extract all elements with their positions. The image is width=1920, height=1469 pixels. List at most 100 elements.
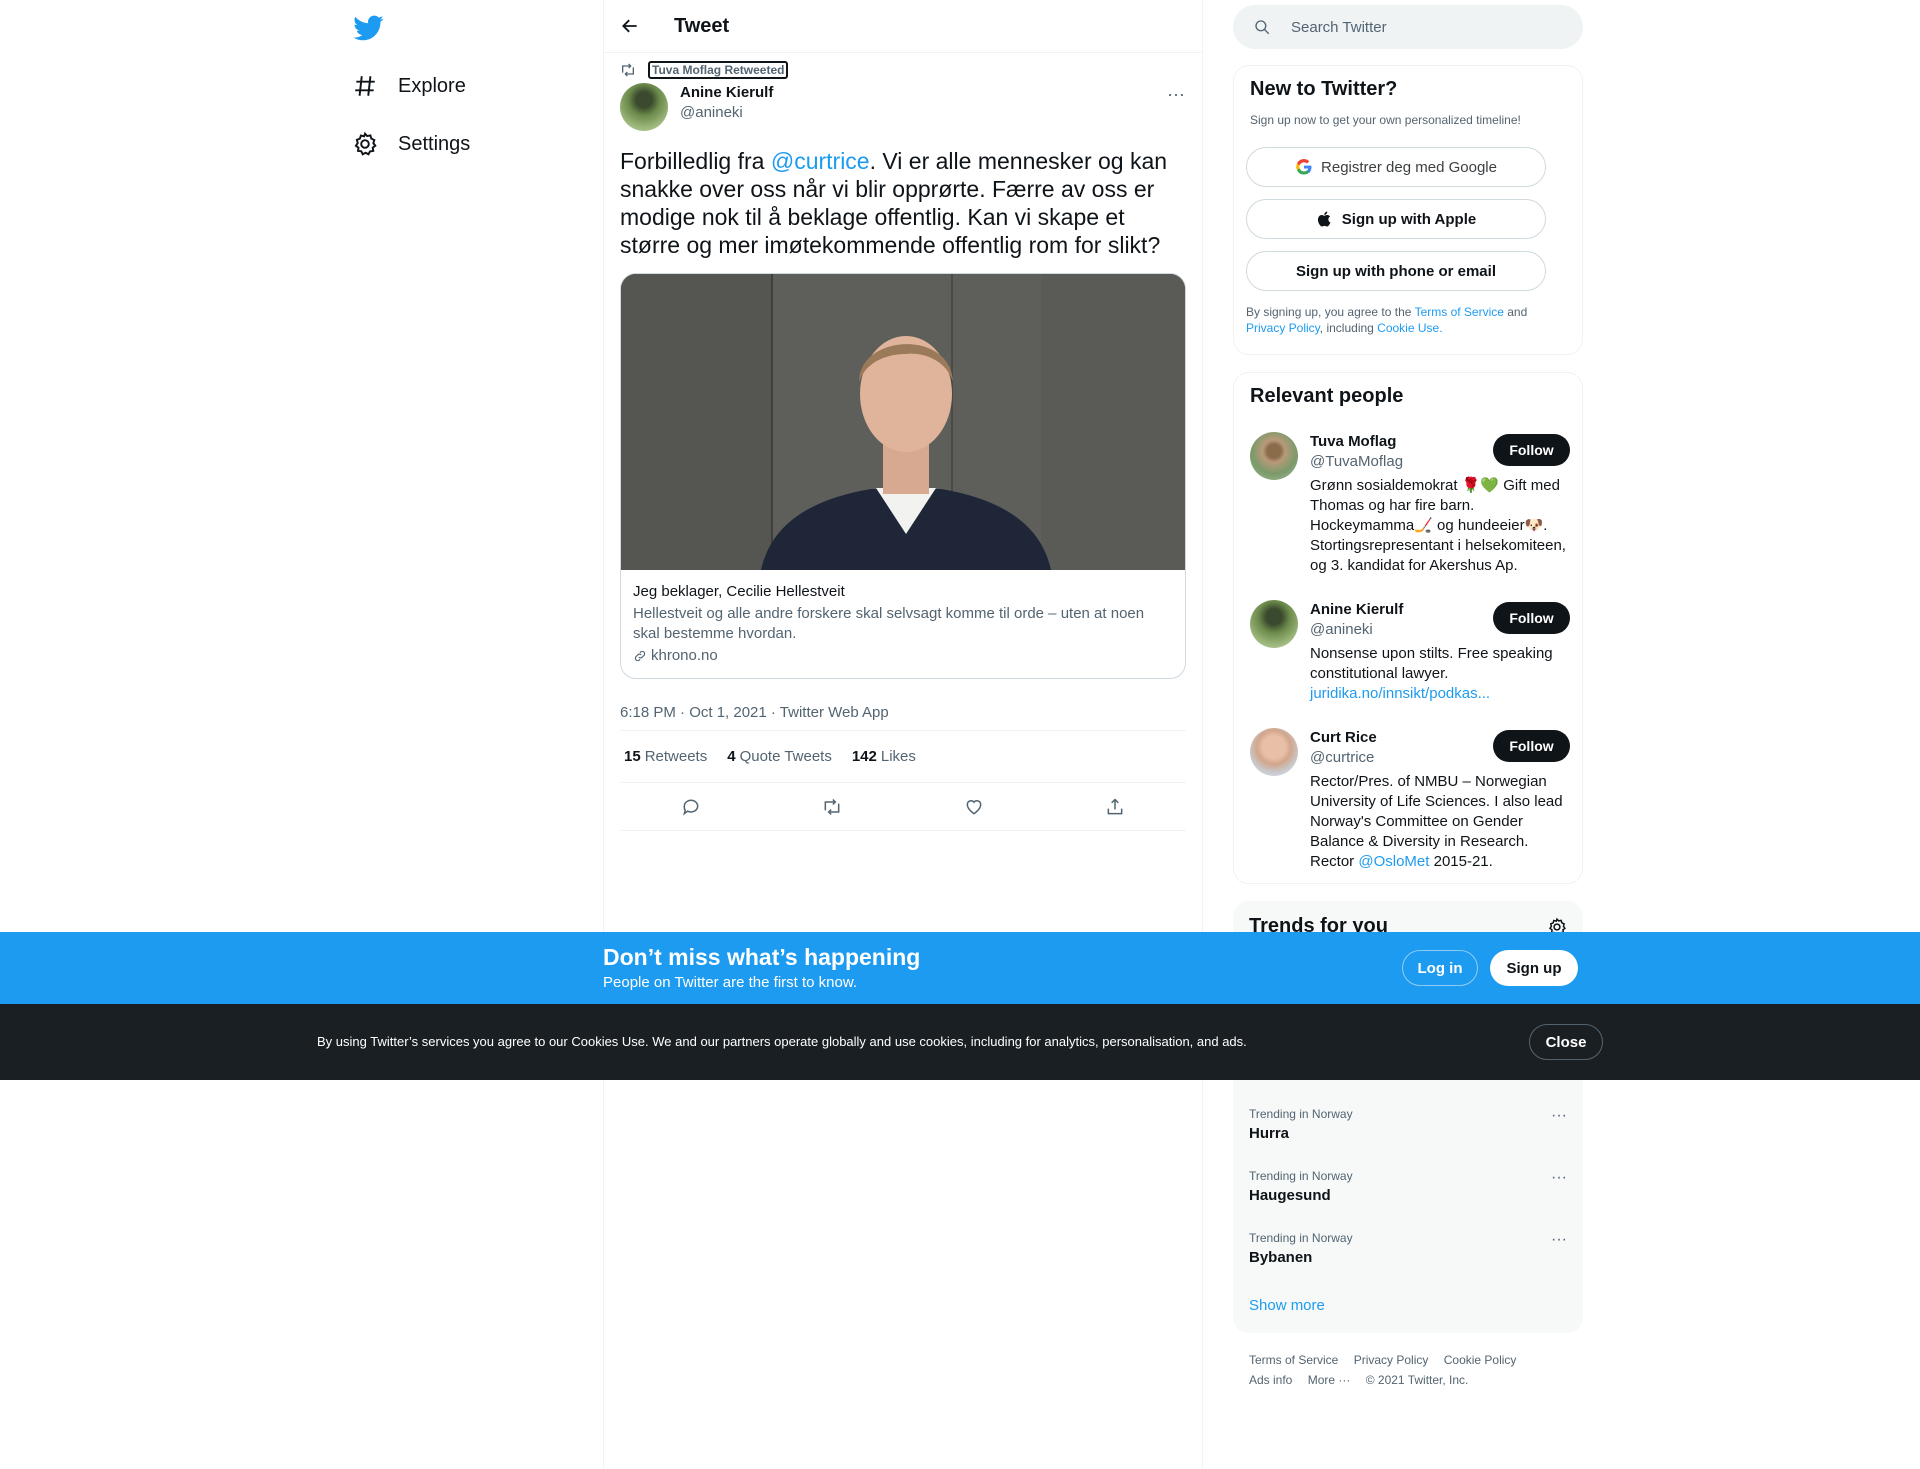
avatar[interactable] — [1250, 600, 1298, 648]
trend-item[interactable]: Trending in Norway Haugesund ··· — [1249, 1169, 1567, 1204]
nav-explore-label: Explore — [398, 74, 466, 97]
page-title: Tweet — [674, 14, 730, 37]
panel-subtitle: Sign up now to get your own personalized… — [1250, 113, 1521, 127]
person-bio: Nonsense upon stilts. Free speaking cons… — [1310, 644, 1566, 704]
more-options-icon[interactable]: ··· — [1551, 1231, 1567, 1249]
likes-label: Likes — [880, 748, 916, 765]
gear-icon — [354, 131, 377, 156]
footer-more-link[interactable]: More ··· — [1308, 1373, 1351, 1387]
tweet-timestamp[interactable]: 6:18 PM · Oct 1, 2021 · Twitter Web App — [620, 695, 1186, 731]
more-options-icon[interactable]: ··· — [1551, 1169, 1567, 1187]
avatar[interactable] — [620, 83, 668, 131]
person-bio: Rector/Pres. of NMBU – Norwegian Univers… — [1310, 772, 1566, 872]
terms-text: , including — [1319, 321, 1378, 335]
signup-terms: By signing up, you agree to the Terms of… — [1246, 304, 1556, 336]
retweet-icon — [622, 63, 634, 77]
hashtag-icon — [355, 76, 375, 96]
retweeted-by-link[interactable]: Tuva Moflag Retweeted — [648, 61, 789, 79]
avatar[interactable] — [1250, 432, 1298, 480]
avatar[interactable] — [1250, 728, 1298, 776]
google-signup-label: Registrer deg med Google — [1321, 158, 1497, 176]
footer-links: Terms of Service Privacy Policy Cookie P… — [1249, 1350, 1569, 1390]
follow-button[interactable]: Follow — [1493, 602, 1570, 634]
apple-signup-label: Sign up with Apple — [1341, 210, 1477, 228]
search-input[interactable] — [1291, 18, 1541, 36]
cookie-link[interactable]: Cookie Use. — [1377, 321, 1442, 335]
mention-link[interactable]: @curtrice — [771, 148, 870, 174]
trend-context: Trending in Norway — [1249, 1169, 1353, 1183]
tweet: Tuva Moflag Retweeted Anine Kierulf @ani… — [604, 57, 1202, 831]
nav-explore[interactable]: Explore — [352, 73, 466, 99]
apple-icon — [1317, 211, 1331, 227]
card-description: Hellestveit og alle andre forskere skal … — [633, 605, 1145, 642]
banner-title: Don’t miss what’s happening — [603, 944, 921, 970]
terms-link[interactable]: Terms of Service — [1415, 305, 1504, 319]
follow-button[interactable]: Follow — [1493, 434, 1570, 466]
retweet-context: Tuva Moflag Retweeted — [620, 57, 1186, 83]
cookie-banner: By using Twitter’s services you agree to… — [0, 1004, 1920, 1080]
link-card[interactable]: Jeg beklager, Cecilie Hellestveit Helles… — [620, 273, 1186, 679]
retweets-count: 15 — [624, 748, 641, 765]
like-icon[interactable] — [964, 797, 984, 817]
signup-banner: Don’t miss what’s happening People on Tw… — [0, 932, 1920, 1004]
phone-signup-button[interactable]: Sign up with phone or email — [1246, 251, 1546, 291]
retweets-label: Retweets — [644, 748, 708, 765]
tweet-author: Anine Kierulf @anineki ··· — [620, 83, 1186, 135]
search-icon — [1255, 20, 1270, 35]
back-arrow-icon[interactable] — [620, 16, 640, 36]
google-icon — [1296, 158, 1312, 175]
retweets-stat[interactable]: 15 Retweets — [624, 748, 707, 765]
google-signup-button[interactable]: Registrer deg med Google — [1246, 147, 1546, 187]
card-domain-text: khrono.no — [651, 647, 718, 664]
quotes-stat[interactable]: 4 Quote Tweets — [727, 748, 832, 765]
follow-button[interactable]: Follow — [1493, 730, 1570, 762]
apple-signup-button[interactable]: Sign up with Apple — [1246, 199, 1546, 239]
card-image — [621, 274, 1185, 570]
show-more-link[interactable]: Show more — [1249, 1297, 1325, 1314]
link-icon — [634, 650, 646, 662]
reply-icon[interactable] — [681, 797, 701, 817]
person-bio: Grønn sosialdemokrat 🌹💚 Gift med Thomas … — [1310, 477, 1566, 574]
signup-button[interactable]: Sign up — [1490, 950, 1578, 986]
quotes-count: 4 — [727, 748, 736, 765]
phone-signup-label: Sign up with phone or email — [1295, 262, 1496, 280]
nav-settings-label: Settings — [398, 132, 471, 155]
footer-terms-link[interactable]: Terms of Service — [1249, 1353, 1338, 1367]
person-bio-link[interactable]: juridika.no/innsikt/podkas... — [1310, 685, 1490, 702]
retweet-action-icon[interactable] — [822, 797, 842, 817]
tweet-stats: 15 Retweets 4 Quote Tweets 142 Likes — [620, 731, 1186, 783]
bio-mention-link[interactable]: @OsloMet — [1358, 853, 1429, 870]
footer-cookie-link[interactable]: Cookie Policy — [1444, 1353, 1517, 1367]
quotes-label: Quote Tweets — [739, 748, 832, 765]
banner-subtitle: People on Twitter are the first to know. — [603, 974, 858, 991]
person-bio-text: Nonsense upon stilts. Free speaking cons… — [1310, 645, 1553, 682]
twitter-logo-icon[interactable] — [352, 12, 384, 44]
relevant-people-panel: Relevant people Tuva Moflag @TuvaMoflag … — [1233, 372, 1583, 884]
more-options-icon[interactable]: ··· — [1551, 1107, 1567, 1125]
likes-count: 142 — [851, 748, 877, 765]
trend-item[interactable]: Trending in Norway Bybanen ··· — [1249, 1231, 1567, 1266]
trend-name: Haugesund — [1249, 1187, 1331, 1204]
footer-copyright: © 2021 Twitter, Inc. — [1365, 1373, 1469, 1387]
author-name[interactable]: Anine Kierulf — [680, 83, 773, 103]
top-bar: Tweet — [604, 0, 1202, 53]
trend-name: Hurra — [1249, 1125, 1290, 1142]
trend-context: Trending in Norway — [1249, 1107, 1353, 1121]
author-handle[interactable]: @anineki — [680, 103, 773, 123]
tweet-text: Forbilledlig fra @curtrice. Vi er alle m… — [620, 147, 1186, 259]
footer-ads-link[interactable]: Ads info — [1249, 1373, 1292, 1387]
person-bio-text: 2015-21. — [1429, 853, 1493, 870]
card-body: Jeg beklager, Cecilie Hellestveit Helles… — [621, 570, 1185, 678]
login-button[interactable]: Log in — [1402, 950, 1478, 986]
card-photo-icon — [621, 274, 1185, 570]
close-button[interactable]: Close — [1529, 1024, 1603, 1060]
trend-item[interactable]: Trending in Norway Hurra ··· — [1249, 1107, 1567, 1142]
trend-context: Trending in Norway — [1249, 1231, 1353, 1245]
likes-stat[interactable]: 142 Likes — [852, 748, 916, 765]
footer-privacy-link[interactable]: Privacy Policy — [1354, 1353, 1429, 1367]
privacy-link[interactable]: Privacy Policy — [1246, 321, 1320, 335]
nav-settings[interactable]: Settings — [352, 131, 470, 157]
search-box[interactable] — [1233, 5, 1583, 49]
share-icon[interactable] — [1105, 797, 1125, 817]
more-options-icon[interactable]: ··· — [1166, 85, 1186, 109]
